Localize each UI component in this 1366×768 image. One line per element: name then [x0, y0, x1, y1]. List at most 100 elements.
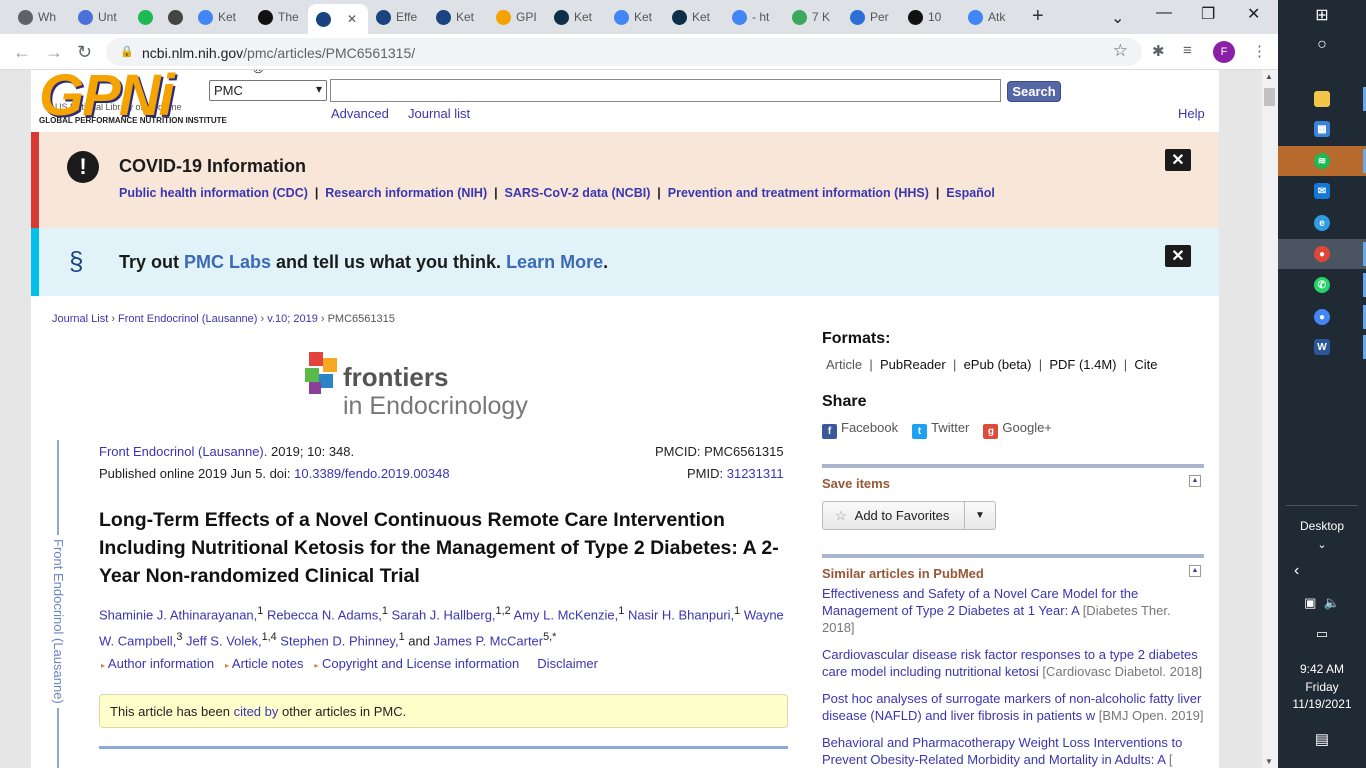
- copyright-link[interactable]: Copyright and License information: [322, 656, 519, 671]
- collapse-icon[interactable]: ▲: [1189, 565, 1201, 577]
- covid-link-espanol[interactable]: Español: [946, 186, 995, 200]
- whatsapp-button[interactable]: ✆: [1278, 270, 1366, 300]
- word-button[interactable]: W: [1278, 332, 1366, 362]
- forward-icon[interactable]: →: [45, 42, 63, 63]
- search-button[interactable]: Search: [1007, 81, 1061, 102]
- help-link[interactable]: Help: [1178, 106, 1205, 121]
- author-link[interactable]: Stephen D. Phinney,: [280, 634, 398, 649]
- author-information-link[interactable]: Author information: [108, 656, 214, 671]
- similar-article-item[interactable]: Post hoc analyses of surrogate markers o…: [822, 690, 1204, 724]
- vertical-scrollbar[interactable]: ▲ ▼: [1262, 70, 1278, 768]
- covid-link-hhs[interactable]: Prevention and treatment information (HH…: [668, 186, 929, 200]
- browser-tab[interactable]: Atk: [960, 4, 1016, 30]
- system-tray-icons[interactable]: ▣ 🔈: [1278, 595, 1366, 611]
- browser-tab[interactable]: Unt: [70, 4, 126, 30]
- new-tab-icon[interactable]: +: [1032, 6, 1044, 26]
- author-link[interactable]: Shaminie J. Athinarayanan,: [99, 607, 257, 622]
- mail-button[interactable]: ✉: [1278, 176, 1366, 206]
- notifications-icon[interactable]: ▤: [1278, 730, 1366, 748]
- covid-link-nih[interactable]: Research information (NIH): [325, 186, 487, 200]
- scrollbar-thumb[interactable]: [1264, 88, 1275, 106]
- journal-link[interactable]: Front Endocrinol (Lausanne).: [99, 444, 267, 459]
- close-covid-banner-button[interactable]: ✕: [1165, 149, 1191, 171]
- edge-button[interactable]: e: [1278, 208, 1366, 238]
- doi-link[interactable]: 10.3389/fendo.2019.00348: [294, 466, 449, 481]
- breadcrumb-volume[interactable]: v.10; 2019: [267, 313, 318, 325]
- browser-tab[interactable]: [160, 4, 188, 30]
- pmid-link[interactable]: 31231311: [727, 466, 784, 481]
- reload-icon[interactable]: ↻: [77, 42, 92, 63]
- browser-tab[interactable]: Effe: [368, 4, 424, 30]
- address-bar[interactable]: 🔒 ncbi.nlm.nih.gov/pmc/articles/PMC65613…: [106, 38, 1142, 66]
- browser-tab[interactable]: Ket: [664, 4, 720, 30]
- chevron-left-icon[interactable]: ‹: [1278, 562, 1366, 580]
- browser-tab[interactable]: Ket: [428, 4, 484, 30]
- journal-list-link[interactable]: Journal list: [408, 106, 470, 121]
- spotify-taskbar-button[interactable]: ≋: [1278, 146, 1366, 176]
- share-twitter[interactable]: t Twitter: [912, 420, 969, 439]
- desktop-label[interactable]: Desktop: [1278, 519, 1366, 533]
- store-button[interactable]: ▦: [1278, 114, 1366, 144]
- disclaimer-link[interactable]: Disclaimer: [537, 656, 598, 671]
- database-select[interactable]: PMC: [209, 80, 327, 101]
- close-tab-icon[interactable]: ✕: [347, 12, 357, 26]
- author-link[interactable]: James P. McCarter: [434, 634, 544, 649]
- browser-tab[interactable]: 10: [900, 4, 956, 30]
- add-to-favorites-button[interactable]: ☆ Add to Favorites ▼: [822, 501, 996, 530]
- clock-date[interactable]: 11/19/2021: [1278, 697, 1366, 711]
- extensions-icon[interactable]: ✱: [1152, 42, 1165, 60]
- author-link[interactable]: Rebecca N. Adams,: [267, 607, 382, 622]
- format-epub[interactable]: ePub (beta): [964, 357, 1032, 372]
- author-link[interactable]: Jeff S. Volek,: [186, 634, 262, 649]
- browser-tab[interactable]: Wh: [10, 4, 66, 30]
- similar-article-item[interactable]: Cardiovascular disease risk factor respo…: [822, 646, 1204, 680]
- similar-article-item[interactable]: Effectiveness and Safety of a Novel Care…: [822, 585, 1204, 636]
- similar-article-item[interactable]: Behavioral and Pharmacotherapy Weight Lo…: [822, 734, 1204, 768]
- clock-day[interactable]: Friday: [1278, 680, 1366, 694]
- lock-icon[interactable]: 🔒: [120, 45, 134, 58]
- tab-search-icon[interactable]: ⌄: [1111, 8, 1124, 28]
- double-chevron-down-icon[interactable]: ⌄: [1278, 538, 1366, 551]
- breadcrumb-journal[interactable]: Front Endocrinol (Lausanne): [118, 313, 257, 325]
- search-button[interactable]: ○: [1278, 30, 1366, 60]
- author-link[interactable]: Sarah J. Hallberg,: [391, 607, 495, 622]
- browser-tab[interactable]: GPI: [488, 4, 544, 30]
- format-pubreader[interactable]: PubReader: [880, 357, 946, 372]
- browser-tab[interactable]: [130, 4, 158, 30]
- browser-tab[interactable]: Ket: [190, 4, 246, 30]
- browser-tab[interactable]: ✕: [308, 4, 368, 34]
- restore-icon[interactable]: ❐: [1201, 4, 1215, 24]
- collapse-icon[interactable]: ▲: [1189, 475, 1201, 487]
- reading-list-icon[interactable]: ≡: [1183, 42, 1192, 59]
- share-facebook[interactable]: f Facebook: [822, 420, 898, 439]
- breadcrumb-journal-list[interactable]: Journal List: [52, 313, 108, 325]
- start-button[interactable]: ⊞: [1278, 0, 1366, 30]
- journal-vertical-label[interactable]: Front Endocrinol (Lausanne): [51, 535, 66, 708]
- article-notes-link[interactable]: Article notes: [232, 656, 304, 671]
- browser-tab[interactable]: Ket: [546, 4, 602, 30]
- browser-tab[interactable]: 7 K: [784, 4, 840, 30]
- covid-link-cdc[interactable]: Public health information (CDC): [119, 186, 308, 200]
- author-link[interactable]: Amy L. McKenzie,: [514, 607, 619, 622]
- clock-time[interactable]: 9:42 AM: [1278, 662, 1366, 676]
- cited-by-link[interactable]: cited by: [234, 704, 279, 719]
- profile-avatar[interactable]: F: [1213, 41, 1235, 63]
- back-icon[interactable]: ←: [13, 42, 31, 63]
- pmc-labs-link[interactable]: PMC Labs: [184, 252, 271, 272]
- scroll-down-icon[interactable]: ▼: [1265, 757, 1273, 766]
- network-icon[interactable]: ▭: [1278, 626, 1366, 642]
- chrome-taskbar-button[interactable]: ●: [1278, 239, 1366, 269]
- close-labs-banner-button[interactable]: ✕: [1165, 245, 1191, 267]
- browser-tab[interactable]: - ht: [724, 4, 780, 30]
- covid-link-ncbi[interactable]: SARS-CoV-2 data (NCBI): [505, 186, 651, 200]
- format-pdf[interactable]: PDF (1.4M): [1049, 357, 1116, 372]
- format-cite[interactable]: Cite: [1134, 357, 1157, 372]
- chrome-profile-button[interactable]: ●: [1278, 302, 1366, 332]
- author-link[interactable]: Nasir H. Bhanpuri,: [628, 607, 734, 622]
- window-close-icon[interactable]: ✕: [1247, 4, 1260, 24]
- scroll-up-icon[interactable]: ▲: [1265, 72, 1273, 81]
- menu-dots-icon[interactable]: ⋮: [1252, 42, 1267, 60]
- file-explorer-button[interactable]: [1278, 84, 1366, 114]
- browser-tab[interactable]: Per: [842, 4, 898, 30]
- browser-tab[interactable]: The: [250, 4, 306, 30]
